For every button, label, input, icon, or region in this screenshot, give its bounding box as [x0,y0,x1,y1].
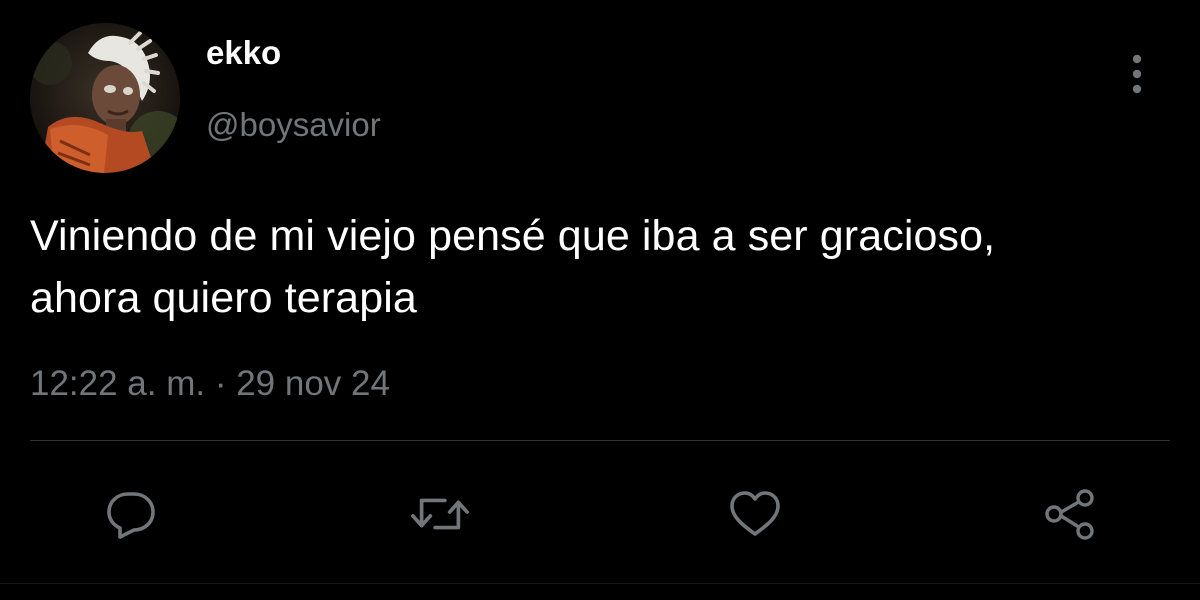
display-name[interactable]: ekko [206,36,281,69]
retweet-button[interactable] [410,486,470,542]
avatar-image [30,23,180,173]
tweet-detail: ekko @boysavior Viniendo de mi viejo pen… [0,0,1200,600]
more-vertical-icon[interactable] [1122,52,1152,96]
reply-button[interactable] [101,486,161,542]
bottom-divider [0,583,1200,584]
retweet-icon [411,498,469,530]
user-handle[interactable]: @boysavior [206,108,381,141]
share-button[interactable] [1040,486,1100,542]
avatar[interactable] [30,23,180,173]
reply-icon [107,492,155,539]
tweet-text: Viniendo de mi viejo pensé que iba a ser… [30,212,996,322]
tweet-timestamp[interactable]: 12:22 a. m. · 29 nov 24 [30,366,390,401]
like-button[interactable] [725,486,785,542]
heart-icon [730,491,780,536]
share-icon [1045,489,1094,540]
divider [30,440,1170,441]
